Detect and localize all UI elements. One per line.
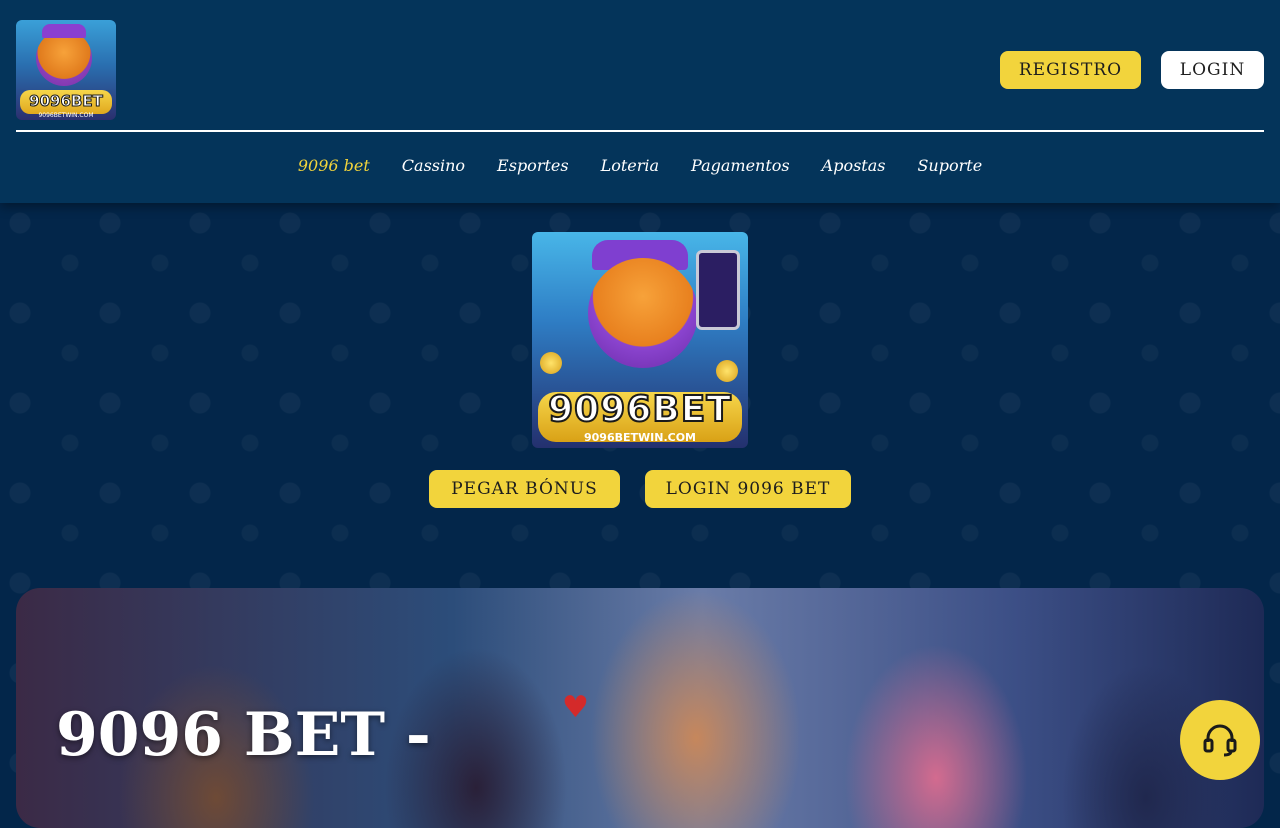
headset-icon — [1203, 724, 1237, 757]
hat-icon — [42, 24, 86, 38]
promo-banner: ♥ 9096 BET - — [16, 588, 1264, 828]
banner-title: 9096 BET - — [56, 700, 431, 770]
login-button[interactable]: LOGIN — [1161, 51, 1264, 89]
nav-item-cassino[interactable]: Cassino — [402, 156, 465, 180]
site-header: 9096BET 9096BETWIN.COM REGISTRO LOGIN 90… — [0, 0, 1280, 203]
hero-logo-brand-text: 9096BET — [547, 388, 732, 431]
nav-item-suporte[interactable]: Suporte — [917, 156, 982, 180]
support-chat-button[interactable] — [1180, 700, 1260, 780]
logo-domain-text: 9096BETWIN.COM — [38, 112, 94, 119]
heart-icon: ♥ — [562, 690, 589, 725]
main-nav: 9096 bet Cassino Esportes Loteria Pagame… — [0, 156, 1280, 180]
header-divider — [16, 130, 1264, 132]
nav-item-apostas[interactable]: Apostas — [822, 156, 886, 180]
hero-logo-domain-text: 9096BETWIN.COM — [584, 431, 696, 444]
nav-item-loteria[interactable]: Loteria — [601, 156, 659, 180]
logo-brand-text: 9096BET — [29, 92, 104, 111]
tiger-mascot-icon — [36, 30, 92, 86]
phone-icon — [696, 250, 740, 330]
get-bonus-button[interactable]: PEGAR BÓNUS — [429, 470, 620, 508]
register-button[interactable]: REGISTRO — [1000, 51, 1141, 89]
site-logo[interactable]: 9096BET 9096BETWIN.COM — [16, 20, 116, 120]
nav-item-9096-bet[interactable]: 9096 bet — [298, 156, 370, 180]
nav-item-pagamentos[interactable]: Pagamentos — [691, 156, 790, 180]
coin-icon — [716, 360, 738, 382]
login-9096-bet-button[interactable]: LOGIN 9096 BET — [645, 470, 851, 508]
tiger-mascot-icon — [588, 258, 698, 368]
coin-icon — [540, 352, 562, 374]
hero-logo: 9096BET 9096BETWIN.COM — [532, 232, 748, 448]
nav-item-esportes[interactable]: Esportes — [497, 156, 569, 180]
